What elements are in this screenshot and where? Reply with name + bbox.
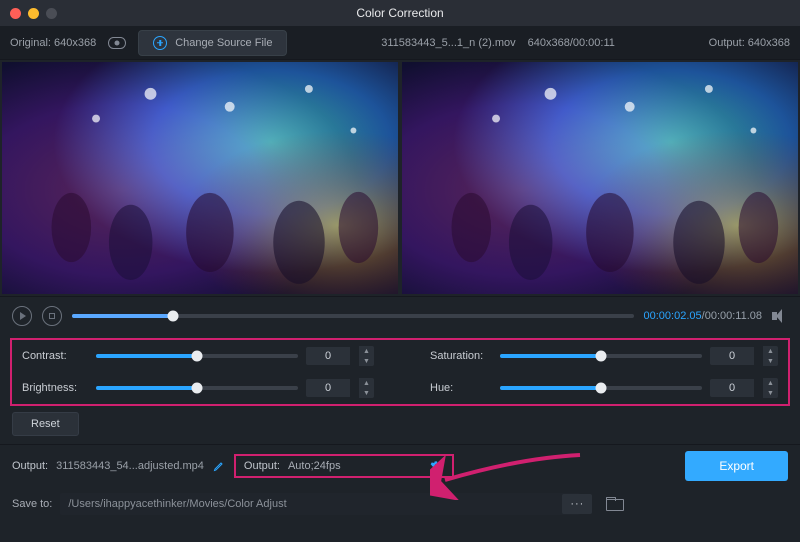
contrast-value[interactable]: 0 xyxy=(306,347,350,365)
time-display: 00:00:02.05/00:00:11.08 xyxy=(644,310,762,322)
seek-fill xyxy=(72,314,173,318)
titlebar: Color Correction xyxy=(0,0,800,26)
stop-button[interactable] xyxy=(42,306,62,326)
volume-icon[interactable] xyxy=(772,309,788,323)
save-to-label: Save to: xyxy=(12,498,52,510)
source-filename: 311583443_5...1_n (2).mov xyxy=(381,37,515,49)
hue-value[interactable]: 0 xyxy=(710,379,754,397)
adjustment-panel: Contrast: 0 ▲▼ Saturation: 0 ▲▼ Brightne… xyxy=(10,338,790,406)
chevron-up-icon: ▲ xyxy=(359,346,374,356)
play-button[interactable] xyxy=(12,306,32,326)
preview-output xyxy=(402,62,798,294)
save-row: Save to: /Users/ihappyacethinker/Movies/… xyxy=(0,487,800,525)
time-current: 00:00:02.05 xyxy=(644,310,702,322)
chevron-up-icon: ▲ xyxy=(763,378,778,388)
output-label: Output: xyxy=(12,460,48,472)
open-folder-icon[interactable] xyxy=(606,497,624,511)
source-meta: 640x368/00:00:11 xyxy=(528,37,615,49)
export-button[interactable]: Export xyxy=(685,451,788,481)
preview-row xyxy=(0,60,800,296)
seek-slider[interactable] xyxy=(72,314,634,318)
reset-row: Reset xyxy=(0,408,800,444)
brightness-label: Brightness: xyxy=(22,382,88,394)
saturation-stepper[interactable]: ▲▼ xyxy=(762,346,778,366)
change-source-label: Change Source File xyxy=(175,37,272,49)
time-total: 00:00:11.08 xyxy=(705,310,762,322)
preview-visibility-icon[interactable] xyxy=(108,37,126,49)
brightness-stepper[interactable]: ▲▼ xyxy=(358,378,374,398)
contrast-label: Contrast: xyxy=(22,350,88,362)
saturation-value[interactable]: 0 xyxy=(710,347,754,365)
gear-icon[interactable] xyxy=(430,459,444,473)
info-header: Original: 640x368 Change Source File 311… xyxy=(0,26,800,60)
output-format-label: Output: xyxy=(244,460,280,472)
output-filename: 311583443_54...adjusted.mp4 xyxy=(56,460,204,472)
save-path-field[interactable]: /Users/ihappyacethinker/Movies/Color Adj… xyxy=(60,493,580,515)
plus-circle-icon xyxy=(153,36,167,50)
output-row: Output: 311583443_54...adjusted.mp4 Outp… xyxy=(0,444,800,487)
hue-label: Hue: xyxy=(430,382,492,394)
preview-original xyxy=(2,62,398,294)
chevron-up-icon: ▲ xyxy=(763,346,778,356)
output-dimensions: Output: 640x368 xyxy=(709,37,790,49)
save-path-value: /Users/ihappyacethinker/Movies/Color Adj… xyxy=(68,498,286,510)
hue-stepper[interactable]: ▲▼ xyxy=(762,378,778,398)
change-source-button[interactable]: Change Source File xyxy=(138,30,287,56)
hue-slider[interactable] xyxy=(500,386,702,390)
chevron-down-icon: ▼ xyxy=(359,356,374,366)
brightness-slider[interactable] xyxy=(96,386,298,390)
original-dimensions: Original: 640x368 xyxy=(10,37,96,49)
reset-button[interactable]: Reset xyxy=(12,412,79,436)
contrast-stepper[interactable]: ▲▼ xyxy=(358,346,374,366)
browse-button[interactable]: ··· xyxy=(562,494,592,514)
chevron-down-icon: ▼ xyxy=(763,356,778,366)
saturation-slider[interactable] xyxy=(500,354,702,358)
playback-bar: 00:00:02.05/00:00:11.08 xyxy=(0,296,800,334)
chevron-up-icon: ▲ xyxy=(359,378,374,388)
chevron-down-icon: ▼ xyxy=(359,388,374,398)
brightness-value[interactable]: 0 xyxy=(306,379,350,397)
edit-filename-button[interactable] xyxy=(212,459,226,473)
window-title: Color Correction xyxy=(0,6,800,20)
seek-thumb[interactable] xyxy=(168,310,179,321)
output-format-value: Auto;24fps xyxy=(288,460,341,472)
saturation-label: Saturation: xyxy=(430,350,492,362)
contrast-slider[interactable] xyxy=(96,354,298,358)
chevron-down-icon: ▼ xyxy=(763,388,778,398)
output-format-box[interactable]: Output: Auto;24fps xyxy=(234,454,454,478)
